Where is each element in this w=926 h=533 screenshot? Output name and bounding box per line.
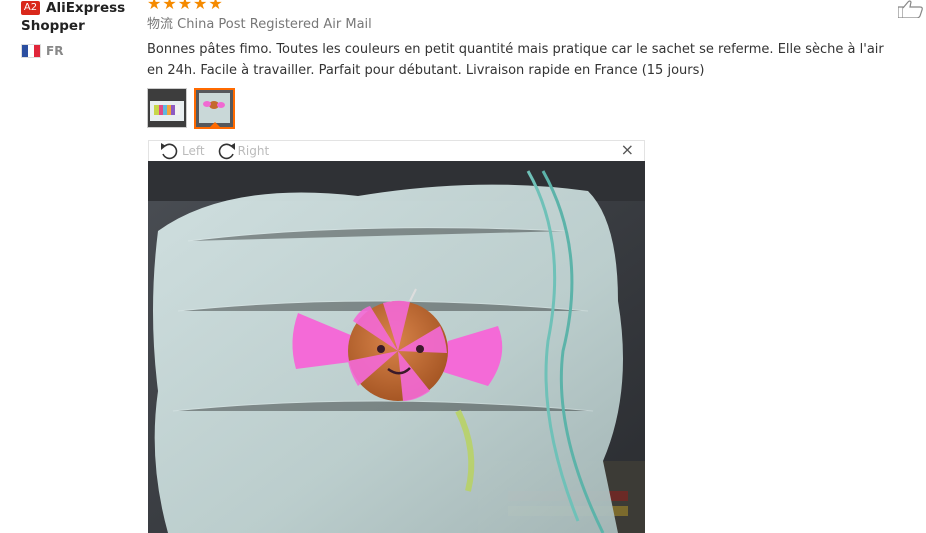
photo-viewer: Left Right × [148,140,645,533]
shipping-info: 物流 China Post Registered Air Mail [147,17,907,33]
review-photo-image [148,161,645,533]
reviewer-name-line1: AliExpress [46,0,126,16]
star-icon: ★ [162,0,177,13]
country-code: FR [46,44,64,58]
reviewer-name-line2: Shopper [21,18,85,34]
star-icon: ★ [193,0,208,13]
review-photo [148,161,645,533]
star-rating: ★ ★ ★ ★ ★ [147,0,907,12]
reviewer-name: AliExpress Shopper [21,0,126,35]
thumbs-up-icon[interactable] [897,0,926,19]
rotate-left-icon [161,143,178,160]
france-flag-icon [21,44,41,58]
review-photo-thumbnail-selected[interactable] [194,88,235,129]
reviewer-name-row: A2 AliExpress Shopper [21,0,131,36]
buyer-level-badge: A2 [21,1,40,15]
review-text: Bonnes pâtes fimo. Toutes les couleurs e… [147,42,884,78]
shipping-label: 物流 [147,17,174,32]
review-thumbnails [147,88,907,129]
rotate-right-button[interactable]: Right [215,142,270,160]
star-icon: ★ [208,0,223,13]
shipping-method: China Post Registered Air Mail [177,17,372,32]
rotate-right-icon [218,143,235,160]
rotate-left-button[interactable]: Left [159,142,205,160]
close-viewer-button[interactable]: × [621,142,634,158]
review-photo-thumbnail[interactable] [147,88,187,128]
reviewer-country: FR [21,44,131,58]
rotate-left-label: Left [182,144,205,158]
star-icon: ★ [177,0,193,13]
rotate-right-label: Right [237,144,270,158]
viewer-toolbar: Left Right × [148,140,645,161]
review-body: ★ ★ ★ ★ ★ 物流 China Post Registered Air M… [147,0,907,129]
star-icon: ★ [147,0,162,13]
reviewer-info: A2 AliExpress Shopper FR [21,0,131,58]
